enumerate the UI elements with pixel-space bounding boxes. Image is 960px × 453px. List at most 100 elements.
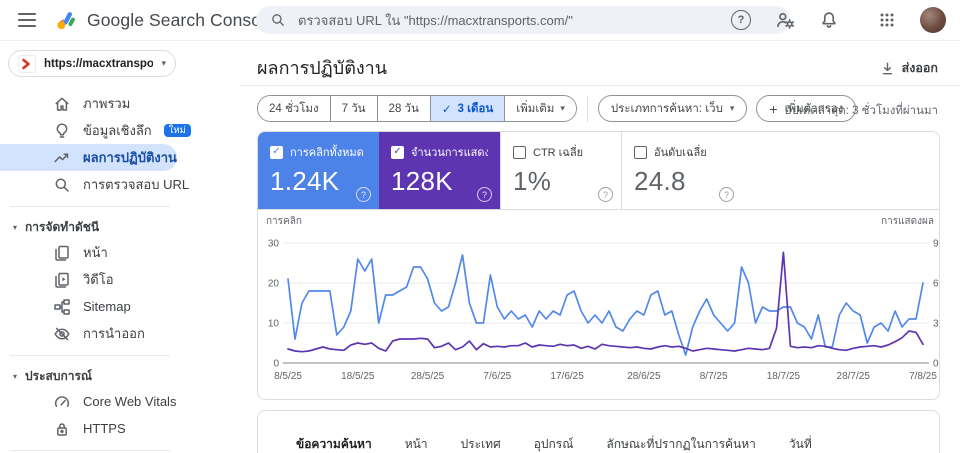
tab-queries[interactable]: ข้อความค้นหา xyxy=(296,435,372,453)
svg-text:6K: 6K xyxy=(933,279,940,290)
user-settings-icon xyxy=(777,12,795,29)
date-filter-more[interactable]: เพิ่มเติม ▾ xyxy=(505,96,576,121)
sidebar-item-insights[interactable]: ข้อมูลเชิงลึก ใหม่ xyxy=(0,117,240,144)
sidebar-item-label: Sitemap xyxy=(83,299,131,314)
filter-bar: 24 ชั่วโมง 7 วัน 28 วัน ✓ 3 เดือน เพิ่มเ… xyxy=(257,95,865,122)
sidebar-item-label: การนำออก xyxy=(83,326,145,341)
search-input-text: ตรวจสอบ URL ใน "https://macxtransports.c… xyxy=(298,12,573,28)
total-clicks-tile[interactable]: ✓ การคลิกทั้งหมด 1.24K ? xyxy=(258,132,379,209)
performance-icon xyxy=(54,152,69,162)
performance-chart[interactable]: 30 9K 20 6K 10 3K 0 0 การคลิก การแสดงผล 8/5/25 18/5… xyxy=(258,211,940,391)
date-filter-28d[interactable]: 28 วัน xyxy=(377,96,431,121)
help-icon[interactable]: ? xyxy=(356,187,371,202)
sidebar-item-label: ผลการปฏิบัติงาน xyxy=(83,150,177,165)
section-collapse-icon: ▾ xyxy=(13,222,18,232)
help-icon[interactable]: ? xyxy=(477,187,492,202)
clicks-checkbox[interactable]: ✓ xyxy=(270,145,283,159)
sidebar-item-performance[interactable]: ผลการปฏิบัติงาน xyxy=(0,144,177,171)
metric-tiles: ✓ การคลิกทั้งหมด 1.24K ? ✓ จำนวนการแสดงผ… xyxy=(258,132,939,210)
sidebar-item-removals[interactable]: การนำออก xyxy=(0,320,240,347)
svg-text:10: 10 xyxy=(268,319,280,330)
help-icon[interactable]: ? xyxy=(598,187,613,202)
average-position-tile[interactable]: อันดับเฉลี่ย 24.8 ? xyxy=(621,132,742,209)
date-filter-24h[interactable]: 24 ชั่วโมง xyxy=(258,96,331,121)
pages-icon xyxy=(55,245,69,261)
speedometer-icon xyxy=(55,395,69,407)
svg-text:18/7/25: 18/7/25 xyxy=(767,371,801,382)
help-icon[interactable]: ? xyxy=(719,187,734,202)
sidebar-item-label: วิดีโอ xyxy=(83,272,114,287)
tab-pages[interactable]: หน้า xyxy=(405,435,428,453)
results-table-card: ข้อความค้นหา หน้า ประเทศ อุปกรณ์ ลักษณะท… xyxy=(257,410,940,453)
tile-label: อันดับเฉลี่ย xyxy=(654,147,707,159)
sidebar-item-core-web-vitals[interactable]: Core Web Vitals xyxy=(0,388,240,415)
sidebar-item-pages[interactable]: หน้า xyxy=(0,239,240,266)
total-impressions-tile[interactable]: ✓ จำนวนการแสดงผ... 128K ? xyxy=(379,132,500,209)
sidebar-item-label: ข้อมูลเชิงลึก xyxy=(83,123,152,138)
sidebar-section-experience[interactable]: ▾ ประสบการณ์ xyxy=(0,364,240,388)
divider xyxy=(10,450,170,451)
sidebar-item-videos[interactable]: วิดีโอ xyxy=(0,266,240,293)
tile-label: จำนวนการแสดงผ... xyxy=(411,147,488,159)
topbar-actions: ? xyxy=(730,0,960,40)
help-icon: ? xyxy=(731,10,751,30)
ctr-checkbox[interactable] xyxy=(513,145,526,159)
download-icon xyxy=(882,62,892,74)
position-checkbox[interactable] xyxy=(634,145,647,159)
sitemap-icon xyxy=(54,298,70,315)
search-console-logo-icon xyxy=(57,12,75,30)
tile-value: 1% xyxy=(513,166,552,196)
tile-value: 128K xyxy=(391,166,453,196)
tab-search-appearance[interactable]: ลักษณะที่ปรากฏในการค้นหา xyxy=(606,435,756,453)
sidebar-item-label: HTTPS xyxy=(83,421,126,436)
date-filter-3m-selected[interactable]: ✓ 3 เดือน xyxy=(430,96,506,121)
export-button[interactable]: ส่งออก xyxy=(880,58,938,78)
search-icon xyxy=(272,14,284,26)
sidebar-section-indexing[interactable]: ▾ การจัดทำดัชนี xyxy=(0,215,240,239)
svg-text:3K: 3K xyxy=(933,319,940,330)
menu-button[interactable] xyxy=(18,13,36,27)
svg-text:8/5/25: 8/5/25 xyxy=(274,371,302,382)
impressions-checkbox[interactable]: ✓ xyxy=(391,145,404,159)
account-settings-button[interactable] xyxy=(774,9,796,31)
search-type-chip[interactable]: ประเภทการค้นหา: เว็บ ▾ xyxy=(597,95,748,122)
notifications-button[interactable] xyxy=(818,9,840,31)
sidebar-item-url-inspection[interactable]: การตรวจสอบ URL xyxy=(0,171,240,198)
header-divider xyxy=(240,85,960,86)
url-inspection-searchbox[interactable]: ตรวจสอบ URL ใน "https://macxtransports.c… xyxy=(256,6,790,34)
help-button[interactable]: ? xyxy=(730,9,752,31)
date-filter-7d[interactable]: 7 วัน xyxy=(330,96,378,121)
average-ctr-tile[interactable]: CTR เฉลี่ย 1% ? xyxy=(500,132,621,209)
check-icon: ✓ xyxy=(441,103,452,116)
product-name: Google Search Console xyxy=(87,9,275,30)
sidebar-item-https[interactable]: HTTPS xyxy=(0,415,240,442)
sidebar-item-overview[interactable]: ภาพรวม xyxy=(0,90,240,117)
svg-text:28/5/25: 28/5/25 xyxy=(411,371,445,382)
topbar: Google Search Console ตรวจสอบ URL ใน "ht… xyxy=(0,0,960,41)
last-updated-text: อัปเดตล่าสุด: 3 ชั่วโมงที่ผ่านมา xyxy=(784,105,938,117)
date-range-control: 24 ชั่วโมง 7 วัน 28 วัน ✓ 3 เดือน เพิ่มเ… xyxy=(257,95,577,122)
tile-label: การคลิกทั้งหมด xyxy=(290,147,364,159)
sidebar-item-label: Core Web Vitals xyxy=(83,394,177,409)
tab-devices[interactable]: อุปกรณ์ xyxy=(534,435,574,453)
tab-countries[interactable]: ประเทศ xyxy=(461,435,501,453)
section-collapse-icon: ▾ xyxy=(13,371,18,381)
apps-grid-button[interactable] xyxy=(876,9,898,31)
section-label: ประสบการณ์ xyxy=(25,368,93,383)
svg-text:9K: 9K xyxy=(933,239,940,250)
svg-text:20: 20 xyxy=(268,279,280,290)
property-selector[interactable]: https://macxtransports.... ▾ xyxy=(8,50,176,77)
sidebar-item-sitemaps[interactable]: Sitemap xyxy=(0,293,240,320)
main-content: ผลการปฏิบัติงาน ส่งออก 24 ชั่วโมง 7 วัน … xyxy=(240,40,960,453)
export-label: ส่งออก xyxy=(901,61,938,75)
tab-dates[interactable]: วันที่ xyxy=(789,435,812,453)
avatar[interactable] xyxy=(920,7,946,33)
section-label: การจัดทำดัชนี xyxy=(25,219,100,234)
svg-text:0: 0 xyxy=(933,359,939,370)
site-favicon-icon xyxy=(18,54,36,73)
bell-icon xyxy=(822,12,836,28)
svg-text:8/7/25: 8/7/25 xyxy=(700,371,728,382)
google-search-console-app: Google Search Console ตรวจสอบ URL ใน "ht… xyxy=(0,0,960,453)
eye-off-icon xyxy=(54,327,70,340)
svg-text:28/7/25: 28/7/25 xyxy=(837,371,871,382)
